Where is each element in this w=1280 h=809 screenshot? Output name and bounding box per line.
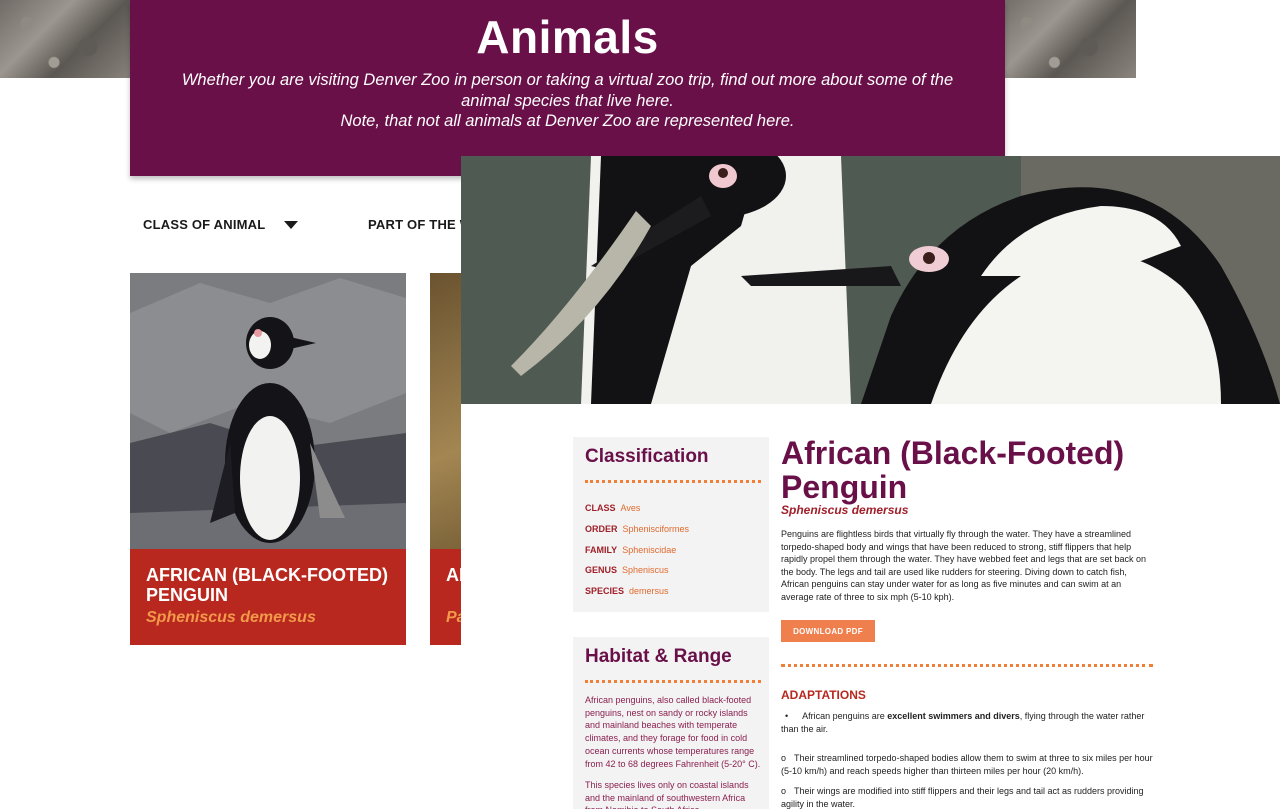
classification-heading: Classification <box>585 446 709 467</box>
classification-row-genus: GENUS Spheniscus <box>585 565 669 575</box>
adaptation-item-2: o Their streamlined torpedo-shaped bodies… <box>781 752 1156 777</box>
classification-label: SPECIES <box>585 586 625 596</box>
page-title: Animals <box>476 11 659 63</box>
penguins-banner-illustration <box>461 156 1280 404</box>
subtitle-line-2: animal species that live here. <box>461 91 674 110</box>
adaptations-heading: ADAPTATIONS <box>781 688 866 702</box>
adaptation-item-1: • African penguins are excellent swimmers… <box>781 710 1156 735</box>
filter-part-of-the-world[interactable]: PART OF THE W <box>368 217 472 232</box>
adaptation-text-bold: excellent swimmers and divers <box>887 711 1020 721</box>
subtitle-line-1: Whether you are visiting Denver Zoo in p… <box>181 71 954 89</box>
animal-card-photo <box>130 273 406 549</box>
animal-scientific-name: Spheniscus demersus <box>781 503 909 517</box>
classification-row-class: CLASS Aves <box>585 503 640 513</box>
subtitle-line-3: Note, that not all animals at Denver Zoo… <box>340 112 795 130</box>
dotted-divider <box>585 480 761 483</box>
animal-detail-panel: Classification CLASS Aves ORDER Spheniscif… <box>461 156 1280 809</box>
habitat-range-box: Habitat & Range African penguins, also c… <box>573 637 769 809</box>
classification-row-species: SPECIES demersus <box>585 586 669 596</box>
adaptation-text: Their streamlined torpedo-shaped bodies … <box>781 753 1153 776</box>
caret-down-icon[interactable] <box>284 221 298 229</box>
classification-value: Aves <box>620 503 641 513</box>
classification-row-family: FAMILY Spheniscidae <box>585 545 676 555</box>
adaptation-text: Their wings are modified into stiff flip… <box>781 786 1144 809</box>
classification-label: GENUS <box>585 565 618 575</box>
animal-card-scientific-name: Spheniscus demersus <box>146 609 316 626</box>
habitat-heading: Habitat & Range <box>585 646 732 667</box>
animal-card-caption: AFRICAN (BLACK-FOOTED) PENGUIN Spheniscu… <box>130 549 406 645</box>
classification-row-order: ORDER Sphenisciformes <box>585 524 689 534</box>
download-pdf-button[interactable]: DOWNLOAD PDF <box>781 620 875 642</box>
classification-label: CLASS <box>585 503 616 513</box>
page-header: Animals Whether you are visiting Denver … <box>130 0 1005 176</box>
background-rock-image-right <box>1000 0 1136 78</box>
classification-value: Spheniscus <box>622 565 669 575</box>
background-rock-image-left <box>0 0 135 78</box>
adaptation-text-pre: African penguins are <box>802 711 888 721</box>
page-subtitle: Whether you are visiting Denver Zoo in p… <box>130 70 1005 132</box>
dotted-divider <box>781 664 1153 667</box>
dotted-divider <box>585 680 761 683</box>
animal-title: African (Black-Footed) Penguin <box>781 435 1125 505</box>
filter-class-of-animal[interactable]: CLASS OF ANIMAL <box>143 217 265 232</box>
animal-card-name: AFRICAN (BLACK-FOOTED) PENGUIN <box>146 565 388 605</box>
classification-value: Sphenisciformes <box>622 524 690 534</box>
classification-box: Classification CLASS Aves ORDER Spheniscif… <box>573 437 769 612</box>
classification-label: FAMILY <box>585 545 618 555</box>
animal-banner-photo <box>461 156 1280 404</box>
habitat-paragraph-2: This species lives only on coastal islan… <box>585 780 749 809</box>
classification-label: ORDER <box>585 524 618 534</box>
animal-description: Penguins are flightless birds that virtu… <box>781 529 1147 602</box>
classification-value: demersus <box>629 586 669 596</box>
penguin-photo-illustration <box>130 273 406 549</box>
habitat-paragraph-1: African penguins, also called black-foot… <box>585 695 761 769</box>
animal-card-african-penguin[interactable]: AFRICAN (BLACK-FOOTED) PENGUIN Spheniscu… <box>130 273 406 645</box>
adaptation-item-3: o Their wings are modified into stiff fli… <box>781 785 1156 809</box>
classification-value: Spheniscidae <box>622 545 677 555</box>
